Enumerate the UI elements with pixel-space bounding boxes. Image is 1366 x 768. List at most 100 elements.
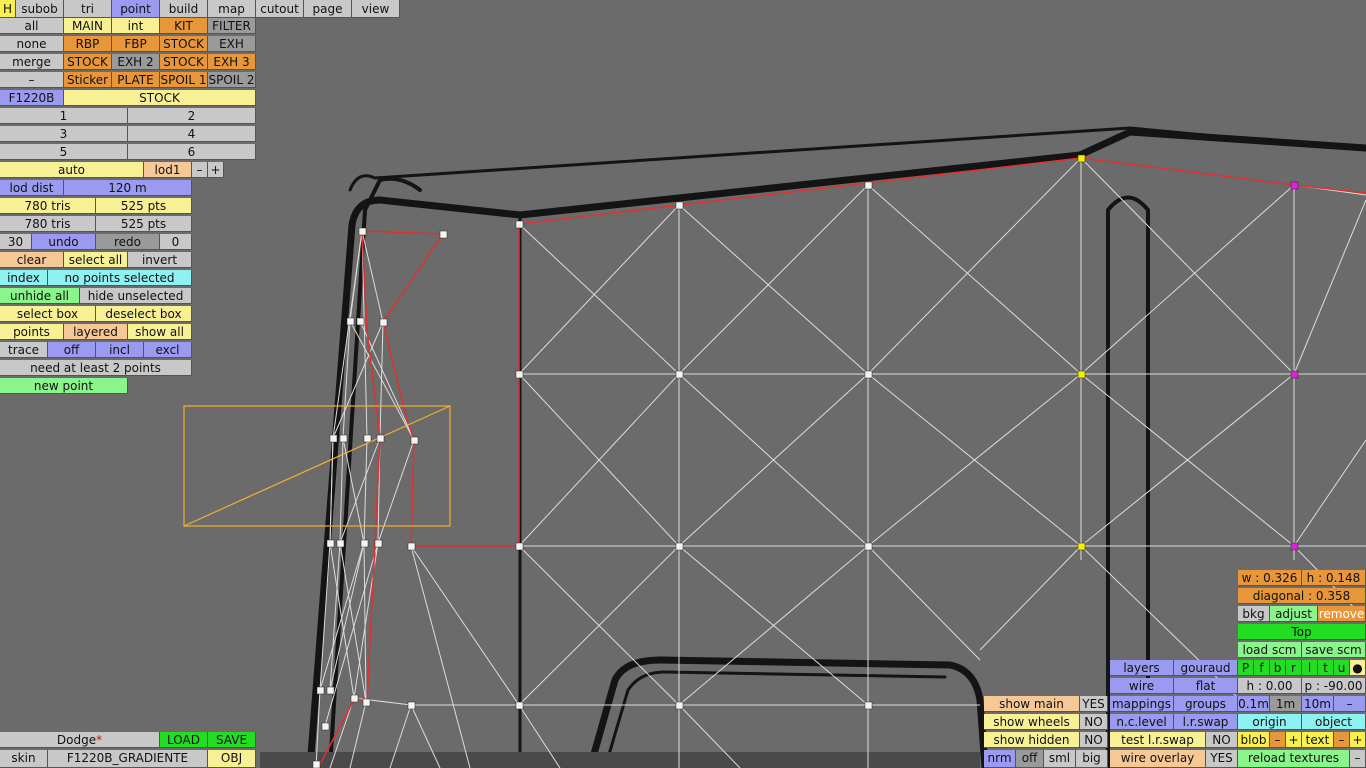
lod-auto-button[interactable]: auto: [0, 162, 144, 178]
select-none-parts[interactable]: none: [0, 36, 64, 52]
vertex-point[interactable]: [346, 317, 355, 326]
help-button[interactable]: H: [0, 0, 16, 18]
vertex-point[interactable]: [439, 230, 448, 239]
part-button-stock[interactable]: STOCK: [64, 54, 112, 70]
vertex-point[interactable]: [312, 760, 321, 768]
car-name[interactable]: Dodge*: [0, 732, 160, 748]
slot-button-1[interactable]: 1: [0, 108, 128, 124]
step-1m-button[interactable]: 1m: [1270, 696, 1302, 712]
layers-button[interactable]: layers: [1110, 660, 1174, 676]
index-button[interactable]: index: [0, 270, 48, 286]
model-name[interactable]: F1220B: [0, 90, 64, 106]
origin-button[interactable]: origin: [1238, 714, 1302, 730]
vertex-point[interactable]: [410, 436, 419, 445]
size-nrm-button[interactable]: nrm: [984, 750, 1016, 768]
vertex-point[interactable]: [374, 539, 383, 548]
part-button-exh[interactable]: EXH: [208, 36, 256, 52]
deselect-box-button[interactable]: deselect box: [96, 306, 192, 322]
lod-minus-button[interactable]: –: [192, 162, 208, 178]
vertex-point-mirror[interactable]: [1290, 370, 1299, 379]
size-off-button[interactable]: off: [1016, 750, 1044, 768]
load-button[interactable]: LOAD: [160, 732, 208, 748]
vertex-point[interactable]: [350, 694, 359, 703]
step-minus-button[interactable]: –: [1334, 696, 1366, 712]
reload-textures-button[interactable]: reload textures: [1238, 750, 1350, 768]
unhide-all-button[interactable]: unhide all: [0, 288, 80, 304]
vertex-point[interactable]: [326, 686, 335, 695]
view-flag-dot[interactable]: ●: [1350, 660, 1366, 676]
invert-button[interactable]: invert: [128, 252, 192, 268]
trace-excl-button[interactable]: excl: [144, 342, 192, 358]
undo-button[interactable]: undo: [32, 234, 96, 250]
vertex-point[interactable]: [515, 220, 524, 229]
vertex-point-selected[interactable]: [1077, 542, 1086, 551]
mappings-button[interactable]: mappings: [1110, 696, 1174, 712]
part-button-plate[interactable]: PLATE: [112, 72, 160, 88]
remove-button[interactable]: remove: [1318, 606, 1366, 622]
load-scm-button[interactable]: load scm: [1238, 642, 1302, 658]
part-button-stock[interactable]: STOCK: [160, 54, 208, 70]
vertex-point[interactable]: [407, 542, 416, 551]
vertex-point[interactable]: [326, 539, 335, 548]
save-button[interactable]: SAVE: [208, 732, 256, 748]
lr-swap-button[interactable]: l.r.swap: [1174, 714, 1238, 730]
vertex-point[interactable]: [864, 701, 873, 710]
blob-plus-button[interactable]: +: [1286, 732, 1302, 748]
vertex-point[interactable]: [362, 698, 371, 707]
vertex-point[interactable]: [316, 686, 325, 695]
step-10m-button[interactable]: 10m: [1302, 696, 1334, 712]
menu-tab-cutout[interactable]: cutout: [256, 0, 304, 18]
view-flag-r[interactable]: r: [1286, 660, 1302, 676]
points-button[interactable]: points: [0, 324, 64, 340]
wire-button[interactable]: wire: [1110, 678, 1174, 694]
view-flag-l[interactable]: l: [1302, 660, 1318, 676]
part-button-int[interactable]: int: [112, 18, 160, 34]
view-top-button[interactable]: Top: [1238, 624, 1366, 640]
trace-incl-button[interactable]: incl: [96, 342, 144, 358]
skin-name[interactable]: F1220B_GRADIENTE: [48, 750, 208, 768]
blob-minus-button[interactable]: –: [1270, 732, 1286, 748]
vertex-point[interactable]: [358, 227, 367, 236]
menu-tab-map[interactable]: map: [208, 0, 256, 18]
show-all-button[interactable]: show all: [128, 324, 192, 340]
groups-button[interactable]: groups: [1174, 696, 1238, 712]
vertex-point[interactable]: [515, 370, 524, 379]
view-flag-b[interactable]: b: [1270, 660, 1286, 676]
hide-unselected-button[interactable]: hide unselected: [80, 288, 192, 304]
lod-plus-button[interactable]: +: [208, 162, 224, 178]
vertex-point[interactable]: [360, 539, 369, 548]
vertex-point[interactable]: [864, 542, 873, 551]
vertex-point[interactable]: [864, 181, 873, 190]
vertex-point[interactable]: [515, 701, 524, 710]
part-button-stock[interactable]: STOCK: [160, 36, 208, 52]
blob-button[interactable]: blob: [1238, 732, 1270, 748]
vertex-point[interactable]: [336, 539, 345, 548]
size-sml-button[interactable]: sml: [1044, 750, 1076, 768]
show-hidden-toggle[interactable]: NO: [1080, 732, 1108, 748]
vertex-point-selected[interactable]: [1077, 154, 1086, 163]
vertex-point[interactable]: [407, 701, 416, 710]
vertex-point[interactable]: [675, 701, 684, 710]
clear-button[interactable]: clear: [0, 252, 64, 268]
layered-button[interactable]: layered: [64, 324, 128, 340]
menu-tab-subob[interactable]: subob: [16, 0, 64, 18]
part-button-kit[interactable]: KIT: [160, 18, 208, 34]
dash-button[interactable]: –: [0, 72, 64, 88]
part-button-fbp[interactable]: FBP: [112, 36, 160, 52]
part-button-spoil-2[interactable]: SPOIL 2: [208, 72, 256, 88]
select-all-button[interactable]: select all: [64, 252, 128, 268]
view-flag-t[interactable]: t: [1318, 660, 1334, 676]
slot-button-3[interactable]: 3: [0, 126, 128, 142]
bkg-button[interactable]: bkg: [1238, 606, 1270, 622]
vertex-point[interactable]: [379, 318, 388, 327]
slot-button-2[interactable]: 2: [128, 108, 256, 124]
show-hidden-label[interactable]: show hidden: [984, 732, 1080, 748]
test-lr-swap-button[interactable]: test l.r.swap: [1110, 732, 1206, 748]
menu-tab-view[interactable]: view: [352, 0, 400, 18]
select-box-button[interactable]: select box: [0, 306, 96, 322]
reload-minus-button[interactable]: –: [1350, 750, 1366, 768]
show-wheels-label[interactable]: show wheels: [984, 714, 1080, 730]
menu-tab-build[interactable]: build: [160, 0, 208, 18]
test-lr-swap-toggle[interactable]: NO: [1206, 732, 1238, 748]
redo-button[interactable]: redo: [96, 234, 160, 250]
